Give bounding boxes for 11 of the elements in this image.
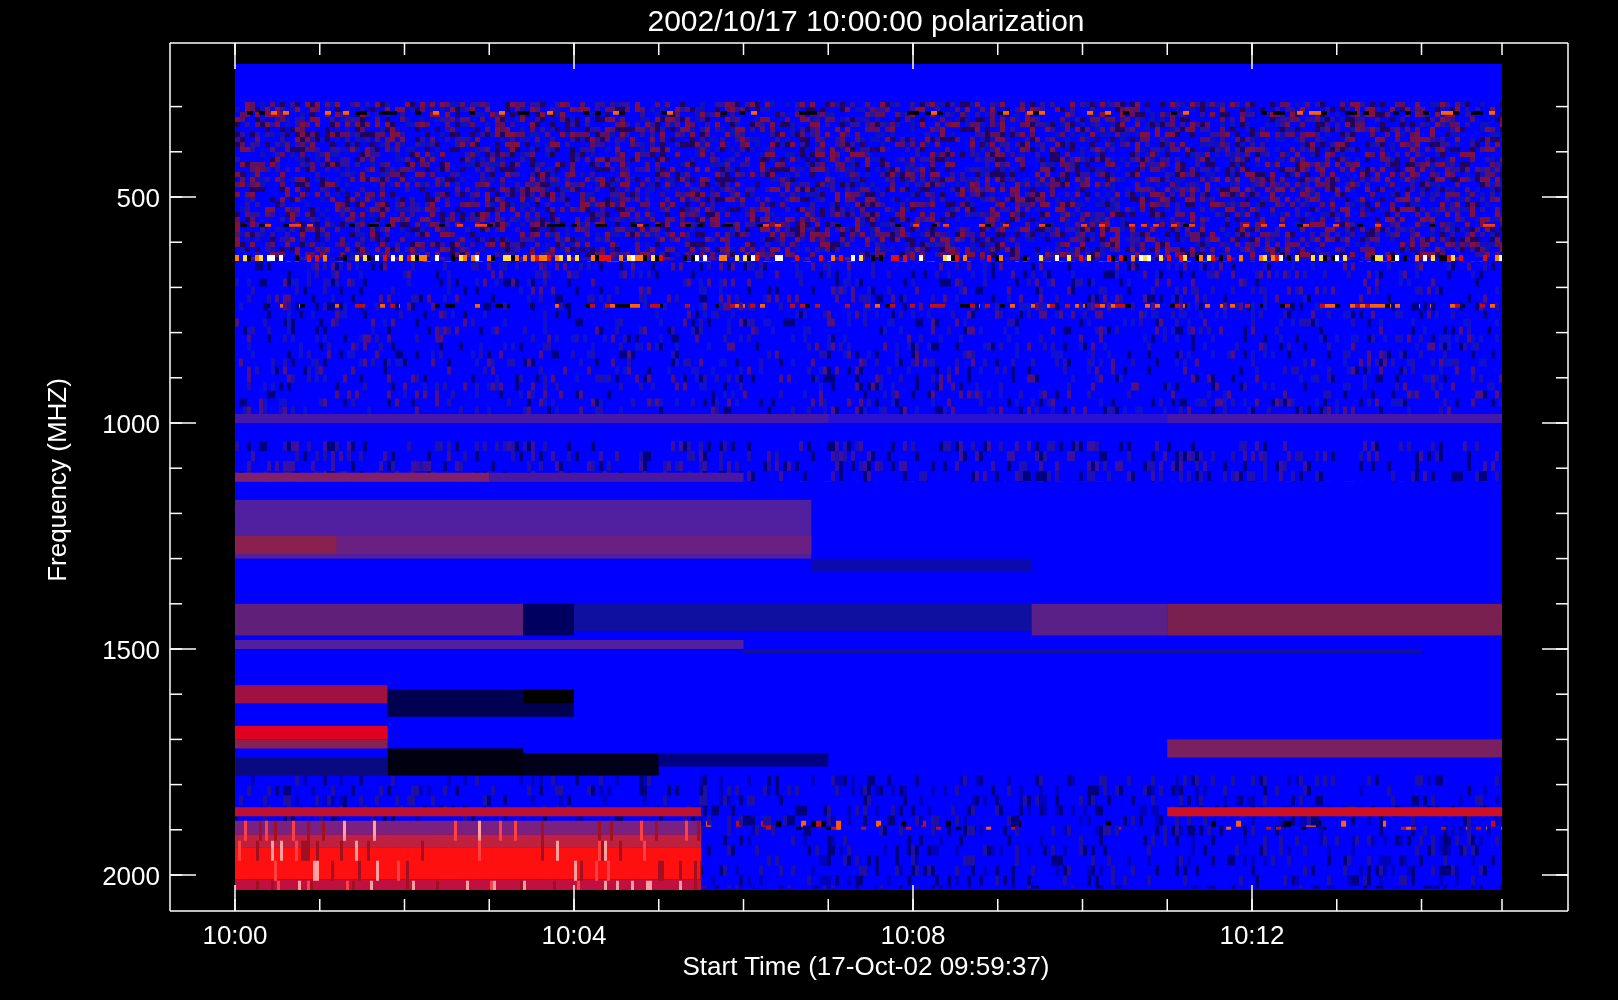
tick-label: 10:04 — [541, 920, 607, 950]
axis-label: Start Time (17-Oct-02 09:59:37) — [682, 951, 1050, 981]
tick-label: 10:00 — [202, 920, 268, 950]
axis-label: Frequency (MHZ) — [42, 378, 72, 582]
chart-title: 2002/10/17 10:00:00 polarization — [647, 4, 1085, 37]
tick-label: 10:08 — [880, 920, 946, 950]
tick-label: 1500 — [102, 635, 160, 665]
tick-label: 2000 — [102, 861, 160, 891]
tick-label: 1000 — [102, 409, 160, 439]
tick-label: 10:12 — [1219, 920, 1285, 950]
tick-label: 500 — [116, 183, 160, 213]
